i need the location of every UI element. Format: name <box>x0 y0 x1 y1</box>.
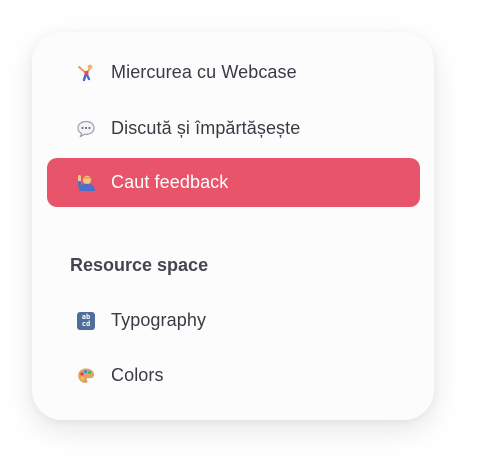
raising-hand-person-icon <box>75 172 97 194</box>
menu-item-discuta-si-imparataseste[interactable]: Discută și împărtășește <box>47 104 420 153</box>
abcd-icon-bottom-text: cd <box>81 319 91 328</box>
gymnast-icon <box>75 62 97 84</box>
menu-item-typography[interactable]: ab cd Typography <box>47 296 420 345</box>
menu-item-colors[interactable]: Colors <box>47 351 420 400</box>
menu-item-label: Colors <box>111 365 164 385</box>
menu-item-caut-feedback[interactable]: Caut feedback <box>47 158 420 207</box>
menu-item-label: Discută și împărtășește <box>111 118 301 138</box>
resource-space-heading: Resource space <box>70 255 209 275</box>
menu-item-miercurea-cu-webcase[interactable]: Miercurea cu Webcase <box>47 48 420 97</box>
menu-item-label: Typography <box>111 310 207 330</box>
navigation-card: Miercurea cu Webcase Discută și împărtăș… <box>32 32 434 420</box>
abcd-letters-icon: ab cd <box>75 310 97 332</box>
artist-palette-icon <box>75 365 97 387</box>
menu-item-label: Miercurea cu Webcase <box>111 62 297 82</box>
menu-item-label: Caut feedback <box>111 172 229 192</box>
speech-bubble-icon <box>75 118 97 140</box>
